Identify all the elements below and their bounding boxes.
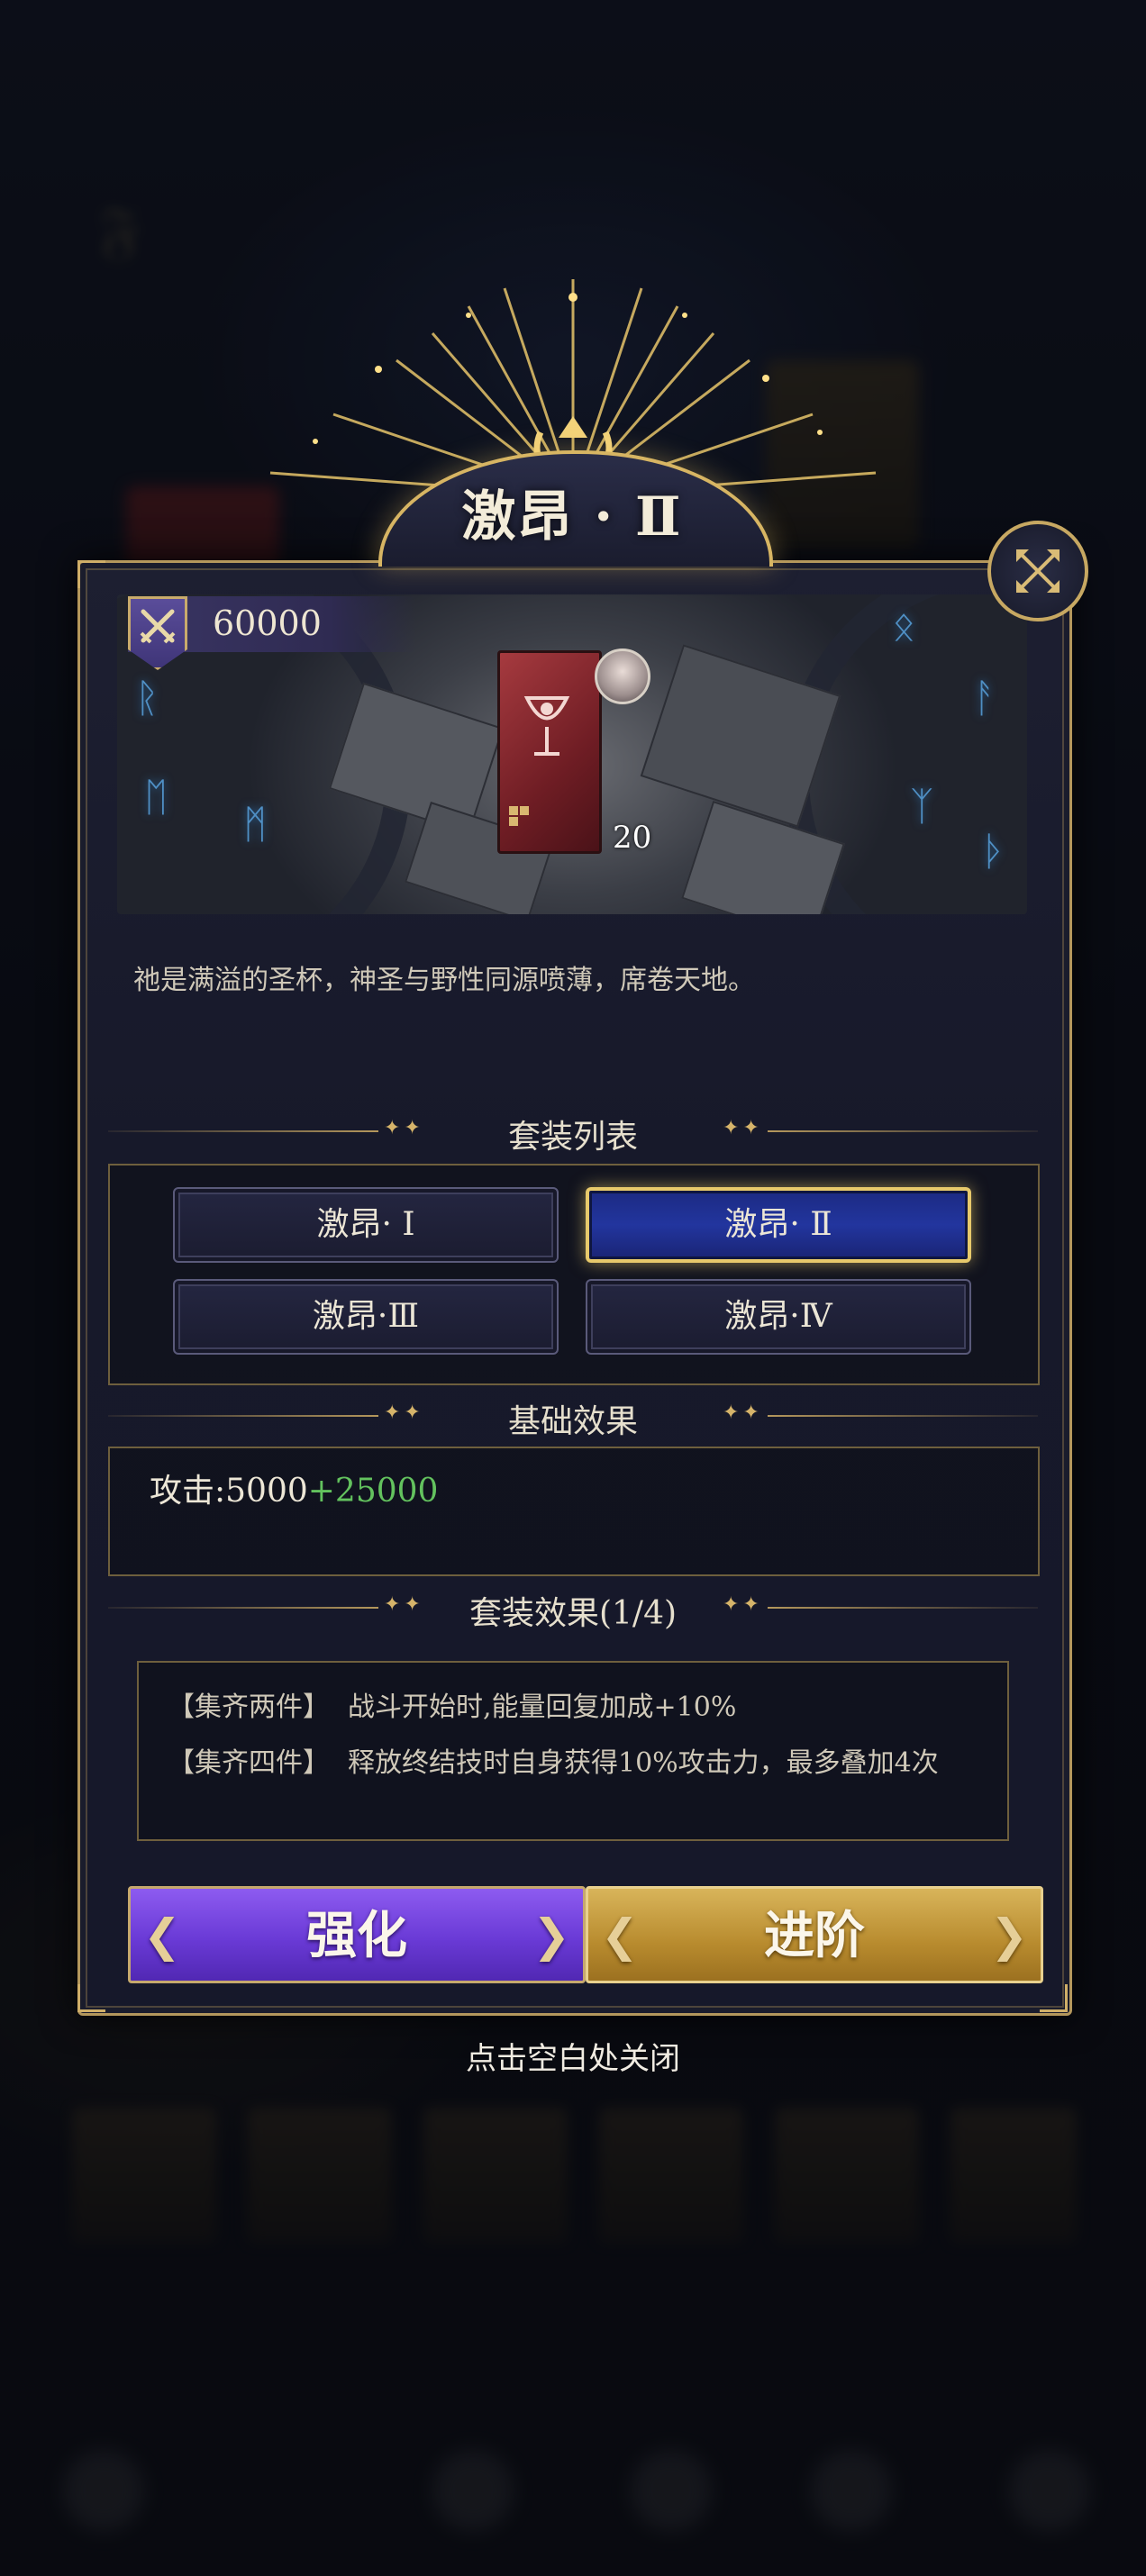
set-list-header: 套装列表 <box>507 1119 638 1156</box>
divider <box>768 1415 1038 1417</box>
advance-button[interactable]: ❮ 进阶 ❯ <box>586 1886 1043 1983</box>
button-ornament: ❮ <box>143 1909 181 1962</box>
divider-ornament: ✦✦ <box>723 1117 763 1139</box>
set-option-4[interactable]: 激昂·Ⅳ <box>586 1279 971 1355</box>
divider <box>768 1130 1038 1132</box>
close-button[interactable] <box>987 521 1088 621</box>
set-option-3[interactable]: 激昂·Ⅲ <box>173 1279 559 1355</box>
equipment-card[interactable] <box>497 650 602 854</box>
set-effect-tag: 【集齐四件】 <box>168 1747 330 1779</box>
advance-label: 进阶 <box>764 1906 865 1965</box>
item-count: 20 <box>613 820 652 856</box>
divider-ornament: ✦✦ <box>723 1401 763 1424</box>
set-effect-tag: 【集齐两件】 <box>168 1692 330 1723</box>
set-effect-text: 释放终结技时自身获得10%攻击力，最多叠加4次 <box>348 1747 939 1779</box>
character-avatar <box>595 649 650 704</box>
power-value: 60000 <box>213 603 322 643</box>
enhance-button[interactable]: ❮ 强化 ❯ <box>128 1886 586 1983</box>
attack-label: 攻击:5000 <box>150 1473 308 1510</box>
chalice-icon <box>509 696 570 826</box>
set-effect-text: 战斗开始时,能量回复加成+10% <box>348 1692 737 1723</box>
attack-bonus: +25000 <box>307 1473 439 1510</box>
panel-corner-ornament <box>1040 1984 1068 2012</box>
divider-ornament: ✦✦ <box>723 1593 763 1616</box>
set-effect-header: 套装效果(1/4) <box>468 1595 678 1632</box>
divider <box>768 1607 1038 1609</box>
panel-corner-ornament <box>77 1984 105 2012</box>
close-icon <box>1016 549 1060 593</box>
set-option-1[interactable]: 激昂· Ⅰ <box>173 1187 559 1263</box>
tap-to-close-hint[interactable]: 点击空白处关闭 <box>0 2034 1146 2078</box>
set-option-2-selected[interactable]: 激昂· Ⅱ <box>586 1187 971 1263</box>
base-effect-header: 基础效果 <box>507 1403 638 1440</box>
item-set-title: 激昂 · Ⅱ <box>461 485 683 549</box>
button-ornament: ❯ <box>532 1909 570 1962</box>
item-description: 祂是满溢的圣杯，神圣与野性同源喷薄，席卷天地。 <box>133 965 755 996</box>
button-ornament: ❯ <box>990 1909 1028 1962</box>
base-effect-value: 攻击:5000+25000 <box>150 1465 438 1511</box>
enhance-label: 强化 <box>306 1906 407 1965</box>
button-ornament: ❮ <box>601 1909 639 1962</box>
